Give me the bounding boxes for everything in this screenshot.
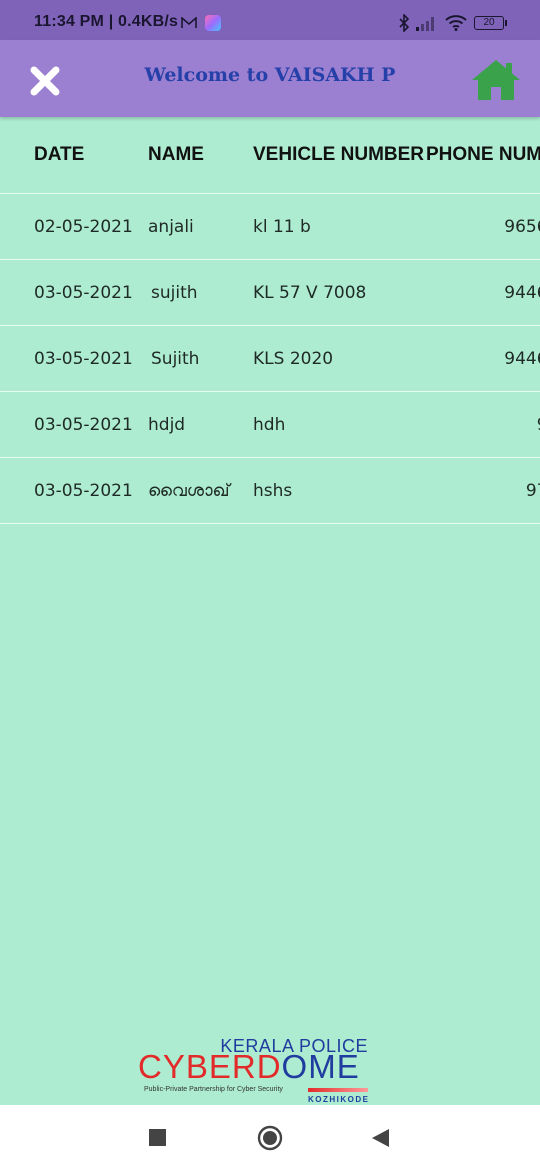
home-nav-button[interactable] [257, 1125, 283, 1155]
vehicle-table: DATE NAME VEHICLE NUMBER PHONE NUMBER 02… [0, 117, 540, 524]
cell-vehicle: hdh [253, 414, 286, 435]
logo-cyberdome: CYBERDOME [138, 1048, 360, 1086]
cell-name: വൈശാഖ് [148, 480, 230, 501]
cell-phone: 9855 [460, 392, 540, 457]
page-title: Welcome to VAISAKH P [144, 64, 396, 86]
cell-name: anjali [148, 216, 194, 237]
table-row[interactable]: 03-05-2021 Sujith KLS 2020 9446593 [0, 326, 540, 392]
cell-name: Sujith [151, 348, 200, 369]
cell-phone: 9446593 [504, 282, 540, 303]
cell-date: 03-05-2021 [34, 480, 133, 501]
cell-vehicle: KL 57 V 7008 [253, 282, 367, 303]
table-row[interactable]: 03-05-2021 വൈശാഖ് hshs 97646 [0, 458, 540, 524]
logo-bar [308, 1088, 368, 1092]
cell-name: hdjd [148, 414, 186, 435]
logo-me: ME [308, 1048, 360, 1085]
recents-button[interactable] [149, 1129, 166, 1150]
logo-tagline: Public-Private Partnership for Cyber Sec… [144, 1086, 283, 1093]
cell-phone: 97646 [525, 480, 540, 501]
status-time: 11:34 PM | 0.4KB/s [34, 13, 179, 30]
table-row[interactable]: 02-05-2021 anjali kl 11 b 9656897 [0, 194, 540, 260]
cell-name: sujith [151, 282, 198, 303]
back-button[interactable] [372, 1129, 389, 1151]
cell-date: 03-05-2021 [34, 348, 133, 369]
cell-date: 03-05-2021 [34, 414, 133, 435]
wifi-icon [445, 15, 467, 31]
home-icon [472, 60, 520, 100]
back-icon [372, 1129, 389, 1147]
table-header-row: DATE NAME VEHICLE NUMBER PHONE NUMBER [0, 117, 540, 194]
cyberdome-logo: KERALA POLICE CYBERDOME Public-Private P… [138, 1036, 374, 1106]
app-notification-icon [205, 15, 221, 31]
system-nav-bar [0, 1105, 540, 1170]
cell-vehicle: KLS 2020 [253, 348, 334, 369]
header-name: NAME [148, 144, 204, 165]
gmail-icon [181, 17, 197, 28]
header-date: DATE [34, 144, 85, 165]
battery-level: 20 [483, 17, 495, 28]
logo-cyberd: CYBERD [138, 1048, 282, 1085]
cell-vehicle: kl 11 b [253, 216, 311, 237]
table-row[interactable]: 03-05-2021 sujith KL 57 V 7008 9446593 [0, 260, 540, 326]
recents-icon [149, 1129, 166, 1146]
status-bar: 11:34 PM | 0.4KB/s 20 [0, 0, 540, 40]
logo-city: KOZHIKODE [308, 1095, 370, 1104]
cell-date: 02-05-2021 [34, 216, 133, 237]
home-button[interactable] [468, 56, 524, 104]
header-phone-number: PHONE NUMBER [426, 144, 540, 165]
cell-phone: 9446593 [504, 348, 540, 369]
cell-vehicle: hshs [253, 480, 293, 501]
bluetooth-icon [399, 14, 410, 32]
battery-icon: 20 [474, 16, 504, 30]
cell-date: 03-05-2021 [34, 282, 133, 303]
header-vehicle-number: VEHICLE NUMBER [253, 144, 425, 165]
home-circle-icon [257, 1125, 283, 1151]
table-row[interactable]: 03-05-2021 hdjd hdh 9855 [0, 392, 540, 458]
logo-o: O [281, 1048, 309, 1085]
battery-tip [505, 20, 507, 26]
cell-phone: 9656897 [504, 216, 540, 237]
app-bar: Welcome to VAISAKH P [0, 40, 540, 117]
signal-icon [416, 17, 434, 31]
